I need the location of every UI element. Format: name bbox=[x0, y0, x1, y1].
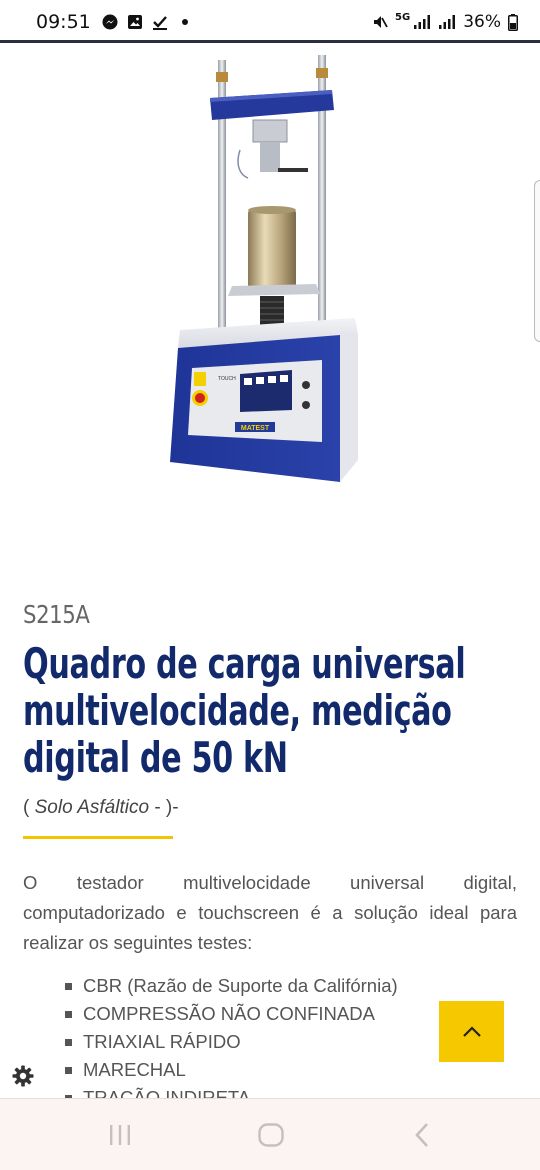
back-button[interactable] bbox=[402, 1118, 442, 1152]
category-close: - )- bbox=[154, 797, 179, 818]
messenger-icon bbox=[102, 14, 118, 30]
panel-label: TOUCH bbox=[218, 376, 236, 382]
category-open: ( bbox=[23, 797, 30, 818]
status-right: 5G 36% bbox=[372, 12, 518, 32]
list-item: CBR (Razão de Suporte da Califórnia) bbox=[65, 972, 398, 1000]
status-time: 09:51 bbox=[36, 11, 91, 33]
desc-word: O bbox=[23, 872, 38, 893]
category-link[interactable]: Solo Asfáltico bbox=[35, 797, 149, 818]
list-item: COMPRESSÃO NÃO CONFINADA bbox=[65, 1000, 398, 1028]
chevron-up-icon bbox=[462, 1025, 481, 1037]
battery-percent: 36% bbox=[463, 12, 501, 32]
side-drawer-tab[interactable] bbox=[534, 180, 540, 342]
status-left: 09:51 bbox=[36, 11, 193, 33]
back-icon bbox=[415, 1123, 428, 1147]
home-icon bbox=[258, 1123, 284, 1147]
battery-icon bbox=[508, 13, 518, 31]
product-category: ( Solo Asfáltico - )- bbox=[23, 797, 179, 819]
list-item: TRIAXIAL RÁPIDO bbox=[65, 1028, 398, 1056]
network-type: 5G bbox=[395, 11, 411, 23]
more-notifications-icon bbox=[181, 19, 188, 25]
description-first-line: O testador multivelocidade universal dig… bbox=[23, 868, 517, 898]
desc-word: multivelocidade bbox=[183, 872, 311, 893]
signal-icon-2 bbox=[439, 15, 456, 29]
list-item: MARECHAL bbox=[65, 1056, 398, 1084]
description-rest: computadorizado e touchscreen é a soluçã… bbox=[23, 902, 517, 953]
gallery-icon bbox=[127, 15, 142, 29]
signal-icon-1 bbox=[414, 15, 431, 29]
accent-rule bbox=[23, 836, 173, 839]
desc-word: universal bbox=[350, 872, 425, 893]
mute-icon bbox=[374, 16, 388, 28]
product-title: Quadro de carga universal multivelocidad… bbox=[23, 639, 466, 782]
home-button[interactable] bbox=[251, 1118, 291, 1152]
recent-apps-button[interactable] bbox=[100, 1118, 140, 1152]
desc-word: testador bbox=[76, 872, 144, 893]
scroll-to-top-button[interactable] bbox=[439, 1001, 504, 1062]
header-divider bbox=[0, 40, 540, 43]
task-done-icon bbox=[152, 16, 167, 30]
gear-icon[interactable] bbox=[11, 1064, 35, 1088]
product-image[interactable]: TOUCH MATEST bbox=[140, 50, 400, 500]
brand-logo-text: MATEST bbox=[241, 425, 270, 432]
system-nav-bar bbox=[0, 1098, 540, 1170]
desc-word: digital, bbox=[463, 872, 517, 893]
recent-apps-icon bbox=[110, 1125, 130, 1145]
product-code: S215A bbox=[23, 600, 90, 629]
status-bar: 09:51 5G 36% bbox=[0, 0, 540, 44]
product-description: O testador multivelocidade universal dig… bbox=[23, 868, 517, 958]
test-list: CBR (Razão de Suporte da Califórnia) COM… bbox=[65, 972, 398, 1112]
